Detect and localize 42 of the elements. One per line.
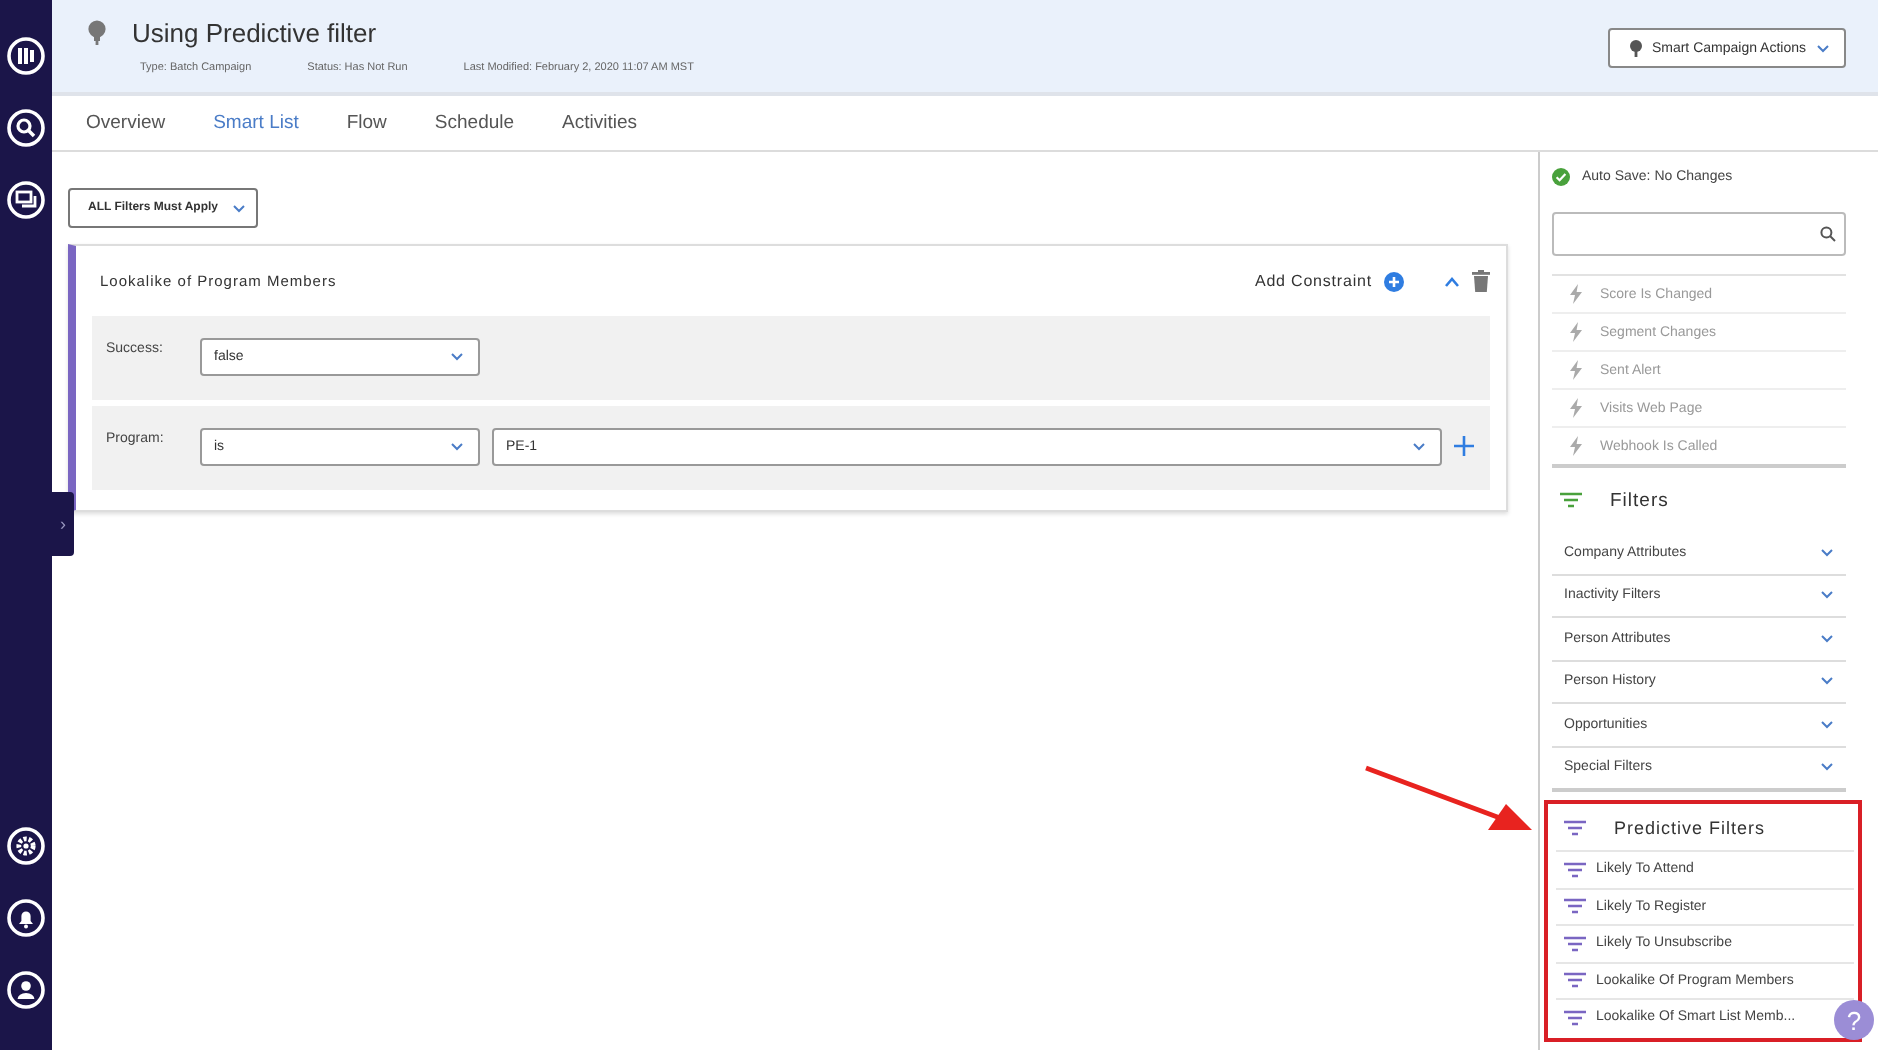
add-icon[interactable] xyxy=(1454,436,1474,456)
caret-icon xyxy=(1820,633,1834,644)
filters-heading: Filters xyxy=(1610,489,1669,511)
caret-icon xyxy=(1820,719,1834,730)
lightbulb-icon xyxy=(1629,39,1642,57)
caret-icon xyxy=(450,352,464,362)
check-icon xyxy=(1552,167,1570,185)
filter-icon xyxy=(1560,492,1582,508)
trash-icon[interactable] xyxy=(1472,270,1490,292)
filter-icon xyxy=(1564,819,1586,835)
caret-icon xyxy=(1820,762,1834,773)
filter-icon xyxy=(1564,898,1586,915)
predictive-filters-heading: Predictive Filters xyxy=(1614,817,1766,837)
tab[interactable]: Smart List xyxy=(189,112,323,134)
search-icon[interactable] xyxy=(6,108,46,148)
expand-panel-button[interactable]: › xyxy=(52,492,74,556)
dashboard-icon[interactable] xyxy=(6,36,46,76)
user-icon[interactable] xyxy=(6,970,46,1010)
filter-icon xyxy=(1564,972,1586,989)
caret-icon xyxy=(1816,43,1830,53)
search-icon xyxy=(1820,226,1836,242)
filter-icon xyxy=(1564,861,1586,878)
chat-icon[interactable] xyxy=(6,180,46,220)
search-field[interactable] xyxy=(1552,212,1846,256)
caret-icon xyxy=(232,203,247,213)
caret-icon xyxy=(1820,547,1834,558)
tab[interactable]: Activities xyxy=(538,112,662,134)
tab[interactable]: Schedule xyxy=(410,112,539,134)
settings-icon[interactable] xyxy=(6,826,46,866)
filter-icon xyxy=(1564,1009,1586,1026)
caret-icon xyxy=(1820,676,1834,687)
caret-icon xyxy=(1820,590,1834,601)
caret-icon xyxy=(450,442,464,452)
collapse-icon[interactable] xyxy=(1444,275,1460,287)
tab[interactable]: Flow xyxy=(322,112,411,134)
lightbulb-icon xyxy=(88,20,106,46)
tab[interactable]: Overview xyxy=(62,112,190,134)
caret-icon xyxy=(1412,442,1426,452)
bell-icon[interactable] xyxy=(6,898,46,938)
filter-icon xyxy=(1564,935,1586,952)
add-constraint-link[interactable]: Add Constraint xyxy=(1254,272,1372,290)
campaign-title: Using Predictive filter xyxy=(132,18,377,48)
